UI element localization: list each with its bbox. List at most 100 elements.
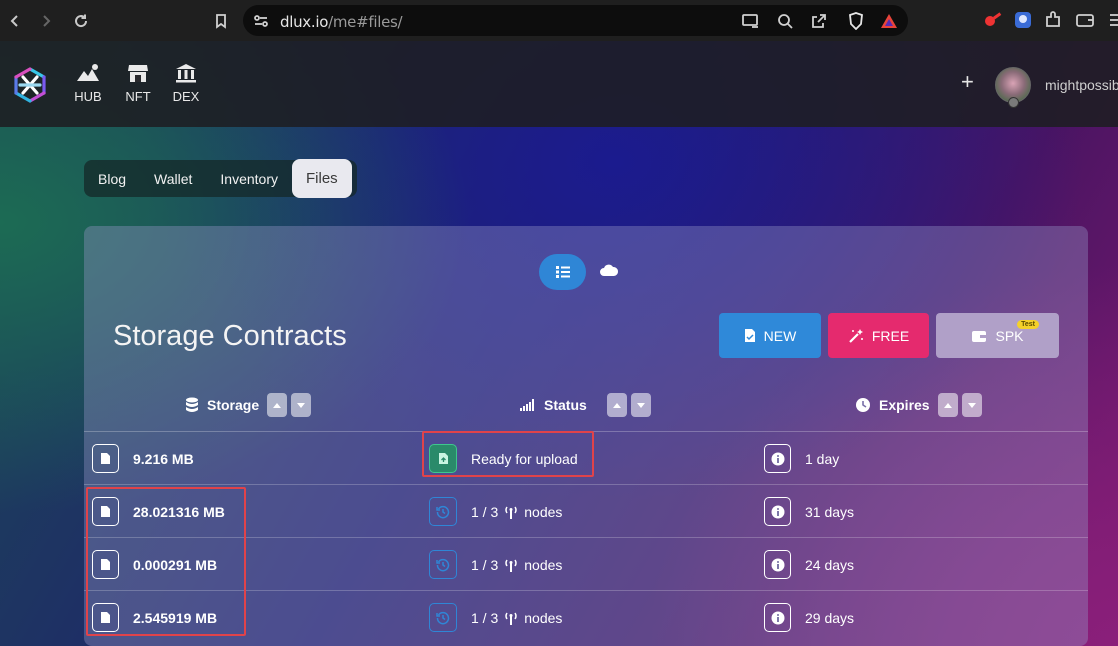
sort-storage-desc-button[interactable] xyxy=(291,393,312,417)
username[interactable]: mightpossibl xyxy=(1045,77,1118,93)
nodes-status: 1 / 3 nodes xyxy=(471,557,562,573)
info-icon[interactable] xyxy=(764,550,791,579)
brave-rewards-icon[interactable] xyxy=(879,11,899,31)
nodes-count: 1 / 3 xyxy=(471,609,499,626)
table-row[interactable]: 0.000291 MB 1 / 3 nodes 24 days xyxy=(84,538,1088,591)
column-storage: Storage xyxy=(185,393,312,417)
plus-icon[interactable]: + xyxy=(961,71,974,93)
history-icon[interactable] xyxy=(429,497,457,526)
tab-wallet[interactable]: Wallet xyxy=(140,160,206,197)
signal-icon xyxy=(520,399,534,411)
extensions-icon[interactable] xyxy=(1042,9,1064,31)
sort-expires-desc-button[interactable] xyxy=(961,393,982,417)
bank-icon xyxy=(166,63,206,87)
site-settings-icon[interactable] xyxy=(251,11,271,31)
table-row[interactable]: 2.545919 MB 1 / 3 nodes 29 days xyxy=(84,591,1088,644)
tab-blog[interactable]: Blog xyxy=(84,160,140,197)
nav-nft[interactable]: NFT xyxy=(118,63,158,104)
zoom-icon[interactable] xyxy=(775,11,795,31)
antenna-icon xyxy=(505,559,517,572)
file-icon xyxy=(744,329,755,342)
nodes-count: 1 / 3 xyxy=(471,556,499,573)
magic-wand-icon xyxy=(849,328,863,343)
column-expires-label: Expires xyxy=(879,397,930,413)
expires-text: 1 day xyxy=(805,450,840,467)
column-expires: Expires xyxy=(855,393,982,417)
tab-inventory[interactable]: Inventory xyxy=(206,160,292,197)
nav-nft-label: NFT xyxy=(125,89,151,104)
page-content: HUB NFT DEX + mightpossibl Blog Wallet I… xyxy=(0,41,1118,646)
share-icon[interactable] xyxy=(809,11,829,31)
column-status-label: Status xyxy=(544,397,587,413)
new-contract-button[interactable]: NEW xyxy=(719,313,821,358)
tab-files[interactable]: Files xyxy=(292,158,352,198)
cast-icon[interactable] xyxy=(741,11,761,31)
expires-cell: 31 days xyxy=(764,497,854,526)
nodes-status: 1 / 3 nodes xyxy=(471,610,562,626)
sort-status-desc-button[interactable] xyxy=(630,393,651,417)
history-icon[interactable] xyxy=(429,603,457,632)
url-path: /me#files/ xyxy=(328,13,403,31)
caret-down-icon xyxy=(297,402,306,408)
sort-storage-asc-button[interactable] xyxy=(267,393,288,417)
brave-shield-icon[interactable] xyxy=(846,11,866,31)
list-view-button[interactable] xyxy=(539,254,586,290)
free-contract-button[interactable]: FREE xyxy=(828,313,929,358)
info-icon[interactable] xyxy=(764,444,791,473)
dlux-logo[interactable] xyxy=(10,65,50,105)
list-icon xyxy=(555,266,570,278)
wallet-icon[interactable] xyxy=(1074,9,1096,31)
menu-icon[interactable] xyxy=(1104,9,1118,31)
url-text[interactable]: dlux.io/me#files/ xyxy=(280,13,403,31)
app-header: HUB NFT DEX + mightpossibl xyxy=(0,41,1118,127)
nav-dex-label: DEX xyxy=(172,89,200,104)
storage-cell: 28.021316 MB xyxy=(92,497,225,526)
cloud-icon xyxy=(600,264,619,276)
table-row[interactable]: 28.021316 MB 1 / 3 nodes 31 days xyxy=(84,485,1088,538)
expires-text: 31 days xyxy=(805,503,855,520)
wallet-icon xyxy=(972,330,987,342)
info-icon[interactable] xyxy=(764,603,791,632)
bookmark-icon[interactable] xyxy=(208,8,234,34)
store-icon xyxy=(118,63,158,87)
table-row[interactable]: 9.216 MB Ready for upload 1 day xyxy=(84,432,1088,485)
forward-button[interactable] xyxy=(33,8,59,34)
page-title: Storage Contracts xyxy=(113,320,347,352)
nodes-status: 1 / 3 nodes xyxy=(471,504,562,520)
table-header: Storage Status Expires xyxy=(84,376,1088,432)
spk-contract-button[interactable]: SPK Test xyxy=(936,313,1059,358)
mountain-icon xyxy=(68,63,108,87)
expires-text: 24 days xyxy=(805,556,855,573)
test-badge: Test xyxy=(1017,320,1039,329)
sort-expires-asc-button[interactable] xyxy=(937,393,958,417)
profile-tabs: Blog Wallet Inventory Files xyxy=(84,158,357,198)
back-button[interactable] xyxy=(2,8,28,34)
key-extension-icon[interactable] xyxy=(982,9,1004,31)
nav-hub[interactable]: HUB xyxy=(68,63,108,104)
nav-hub-label: HUB xyxy=(74,89,102,104)
expires-text: 29 days xyxy=(805,609,855,626)
sort-status-asc-button[interactable] xyxy=(606,393,627,417)
avatar-status-badge xyxy=(1008,97,1019,108)
reload-button[interactable] xyxy=(68,8,94,34)
history-icon[interactable] xyxy=(429,550,457,579)
info-icon[interactable] xyxy=(764,497,791,526)
status-cell: Ready for upload xyxy=(429,444,578,473)
wallet-extension-icon[interactable] xyxy=(1012,9,1034,31)
file-icon xyxy=(92,603,119,632)
contract-size: 0.000291 MB xyxy=(133,556,218,573)
expires-cell: 29 days xyxy=(764,603,854,632)
status-text[interactable]: Ready for upload xyxy=(471,451,578,467)
caret-down-icon xyxy=(967,402,976,408)
url-host: dlux.io xyxy=(280,13,329,31)
contract-size: 9.216 MB xyxy=(133,450,194,467)
file-icon xyxy=(92,444,119,473)
nodes-label: nodes xyxy=(524,503,563,520)
file-upload-icon[interactable] xyxy=(429,444,457,473)
storage-cell: 2.545919 MB xyxy=(92,603,217,632)
cloud-view-button[interactable] xyxy=(599,263,619,282)
nav-dex[interactable]: DEX xyxy=(166,63,206,104)
address-bar[interactable]: dlux.io/me#files/ xyxy=(243,5,908,36)
status-cell: 1 / 3 nodes xyxy=(429,550,562,579)
clock-icon xyxy=(856,398,870,412)
